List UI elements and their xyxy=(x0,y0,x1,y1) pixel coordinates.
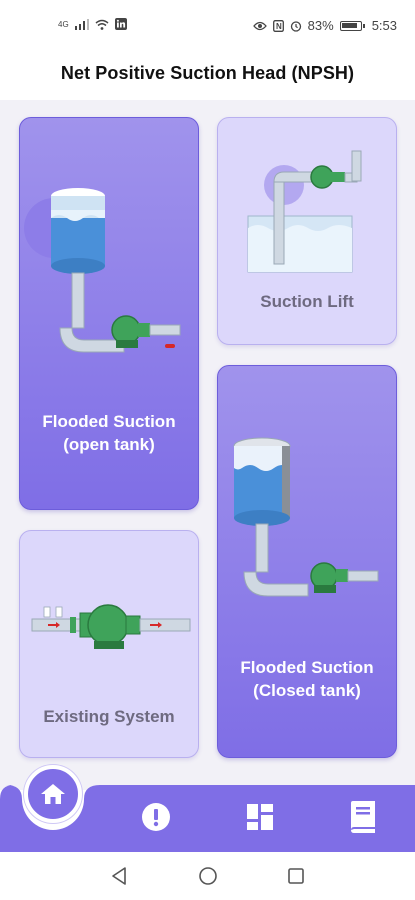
flooded-closed-illustration xyxy=(233,437,379,597)
wifi-icon xyxy=(95,19,109,30)
flooded-open-illustration xyxy=(24,188,181,353)
info-icon xyxy=(142,803,170,831)
signal-icon xyxy=(74,18,89,30)
nav-book-button[interactable] xyxy=(344,797,380,837)
status-bar: 4G N 83% 5:53 xyxy=(0,0,415,52)
battery-icon xyxy=(339,20,365,31)
card-label-line1: Flooded Suction xyxy=(42,412,176,431)
card-label-flooded-open: Flooded Suction (open tank) xyxy=(20,410,198,456)
home-circle-icon[interactable] xyxy=(198,866,218,886)
card-flooded-suction-closed-tank[interactable]: Flooded Suction (Closed tank) xyxy=(217,365,397,758)
nfc-icon: N xyxy=(272,19,284,32)
card-label-existing-system: Existing System xyxy=(43,707,175,726)
book-icon xyxy=(351,801,375,833)
nav-dashboard-button[interactable] xyxy=(242,799,278,835)
card-suction-lift[interactable]: Suction Lift xyxy=(217,117,397,345)
nav-info-button[interactable] xyxy=(138,799,174,835)
battery-percent: 83% xyxy=(307,18,334,33)
home-icon xyxy=(41,784,65,804)
card-existing-system[interactable]: Existing System xyxy=(19,530,199,758)
card-label-line2: (Closed tank) xyxy=(253,681,361,700)
system-nav-bar xyxy=(0,852,415,900)
card-label-line2: (open tank) xyxy=(63,435,155,454)
svg-text:N: N xyxy=(276,22,282,31)
bottom-nav xyxy=(0,765,415,852)
card-label-line1: Flooded Suction xyxy=(240,658,374,677)
clock: 5:53 xyxy=(371,18,397,33)
page-title: Net Positive Suction Head (NPSH) xyxy=(60,63,355,83)
dashboard-icon xyxy=(247,804,273,830)
status-left: 4G xyxy=(58,18,127,30)
status-right: N 83% 5:53 xyxy=(252,18,397,33)
existing-system-illustration xyxy=(31,604,191,649)
nav-home-button[interactable] xyxy=(24,765,82,823)
card-label-suction-lift: Suction Lift xyxy=(260,292,354,311)
network-label: 4G xyxy=(58,19,69,29)
suction-lift-illustration xyxy=(247,150,362,273)
recents-icon[interactable] xyxy=(286,866,306,886)
back-icon[interactable] xyxy=(110,866,130,886)
eye-icon xyxy=(252,21,267,30)
linkedin-icon xyxy=(114,18,127,30)
alarm-icon xyxy=(290,20,301,32)
card-flooded-suction-open-tank[interactable]: Flooded Suction (open tank) xyxy=(19,117,199,510)
card-label-flooded-closed: Flooded Suction (Closed tank) xyxy=(218,656,396,702)
